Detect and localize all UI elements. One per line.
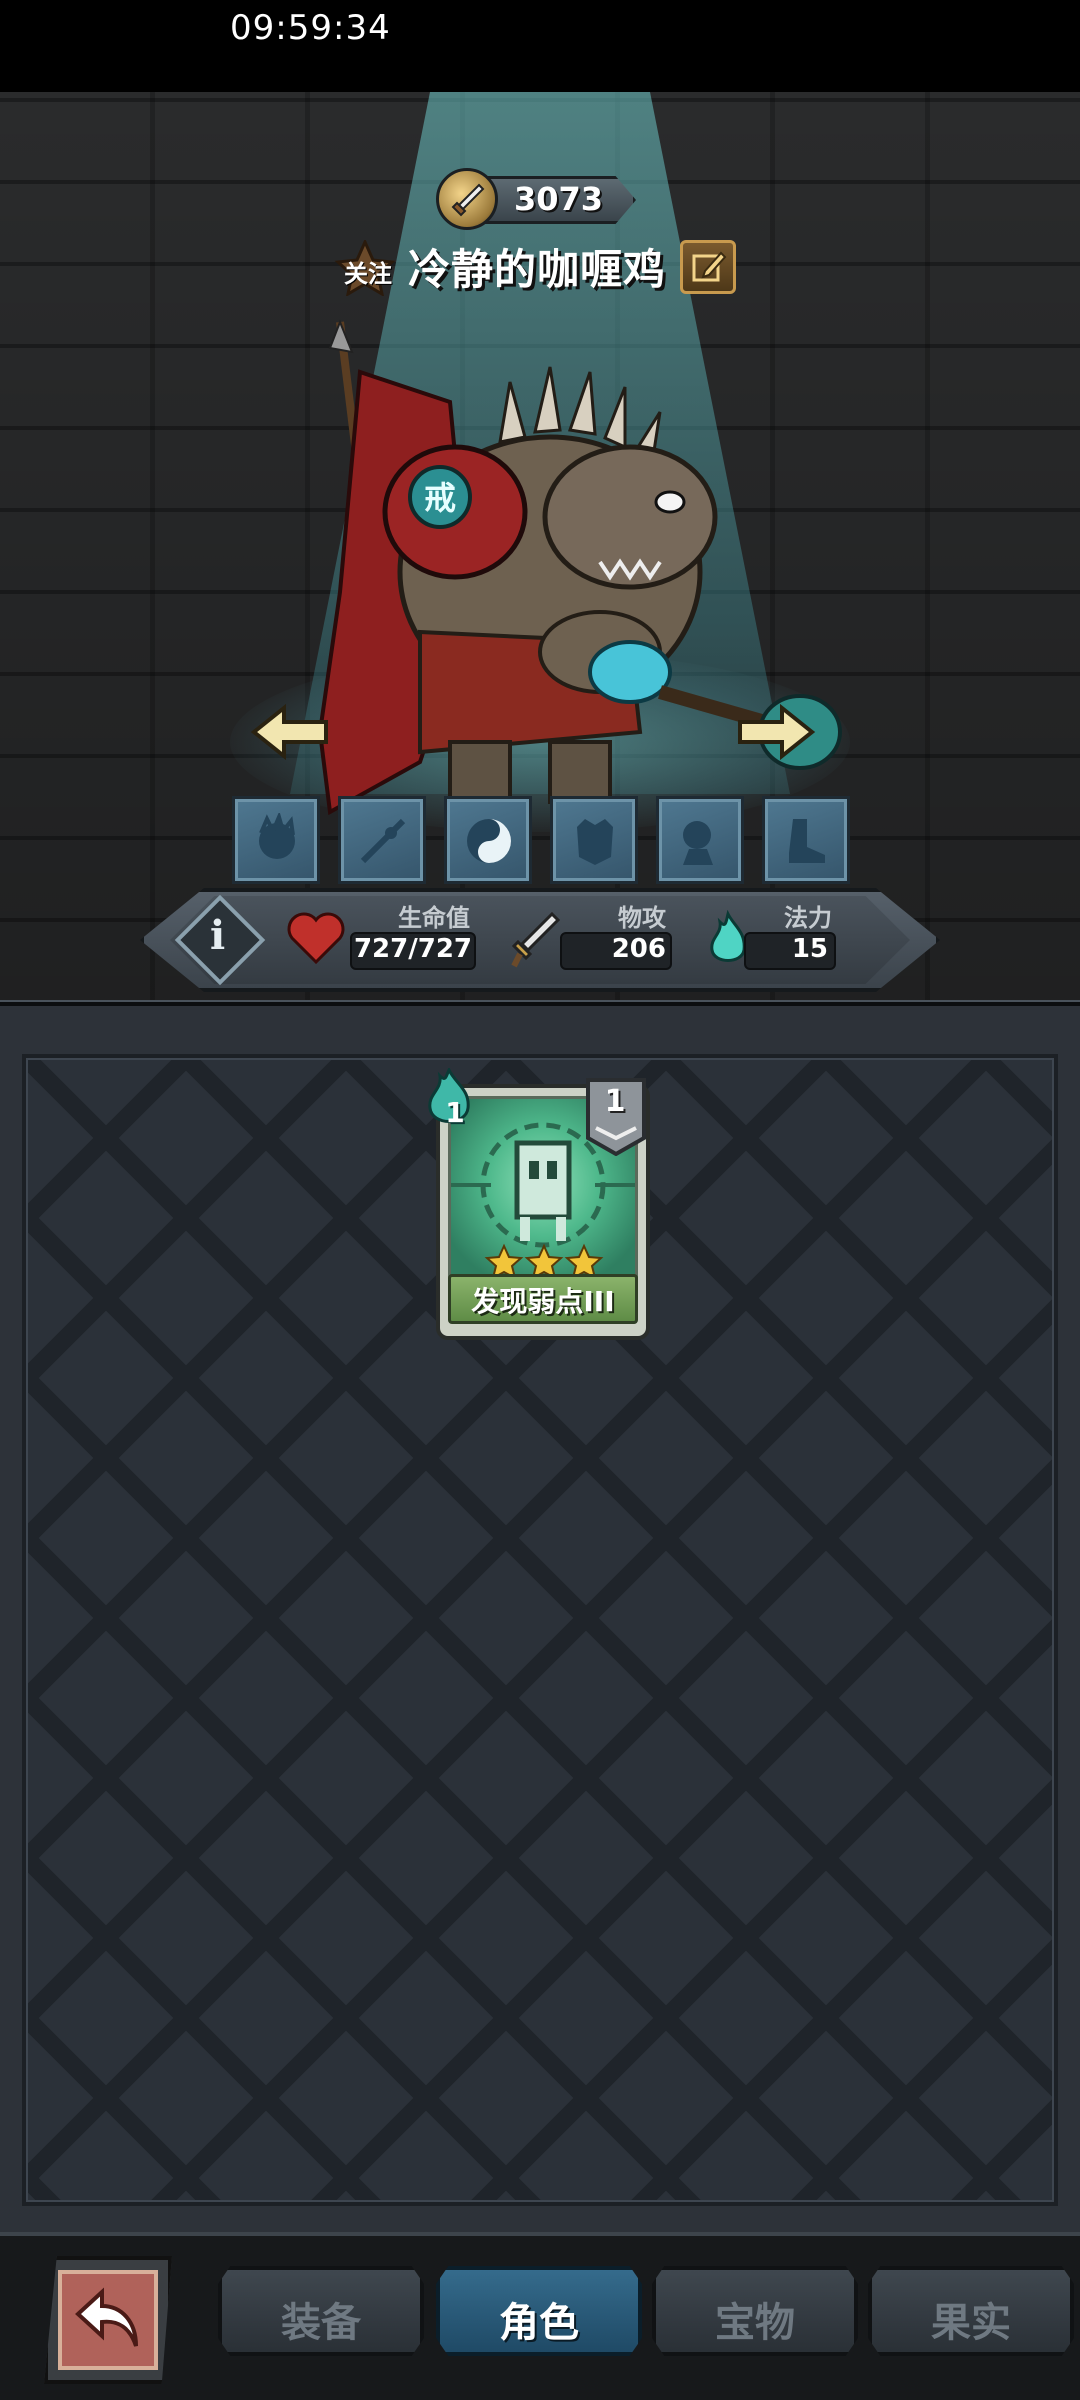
tab-label: 果实 <box>931 2300 1011 2346</box>
power-value: 3073 <box>514 180 604 218</box>
status-time: 09:59:34 <box>230 8 391 48</box>
equipment-slot-pet[interactable] <box>656 796 744 884</box>
card-cost: 1 <box>445 1096 465 1129</box>
previous-hero-arrow[interactable] <box>250 702 330 762</box>
hero-name: 冷静的咖喱鸡 <box>408 245 667 294</box>
edit-icon <box>692 251 727 282</box>
tab-label: 装备 <box>281 2300 361 2346</box>
back-arrow-icon <box>75 2287 138 2347</box>
stat-label-mana: 法力 <box>784 904 832 932</box>
stat-value-hp: 727/727 <box>353 934 472 964</box>
skill-card[interactable]: 发现弱点III 1 1 <box>428 1068 654 1342</box>
boots-slot-icon <box>789 819 825 863</box>
follow-button[interactable]: 关注 <box>334 240 396 296</box>
equipment-slots <box>232 796 852 886</box>
stat-label-hp: 生命值 <box>398 904 470 932</box>
back-button[interactable] <box>44 2256 172 2384</box>
stat-label-attack: 物攻 <box>618 904 666 932</box>
pet-slot-icon <box>683 821 713 865</box>
hero-stage: 3073 关注 冷静的咖喱鸡 戒 i 生命值 727/727 物攻 206 法力… <box>0 92 1080 1000</box>
card-level: 1 <box>604 1084 626 1119</box>
bottom-nav: 装备 角色 宝物 果实 <box>0 2232 1080 2400</box>
svg-text:戒: 戒 <box>424 479 456 517</box>
equipment-slot-weapon[interactable] <box>338 796 426 884</box>
tab-equipment[interactable]: 装备 <box>218 2266 424 2356</box>
equipment-slot-armor[interactable] <box>550 796 638 884</box>
sword-icon <box>511 911 561 968</box>
stat-value-mana: 15 <box>791 934 828 964</box>
stat-value-attack: 206 <box>611 934 666 964</box>
next-hero-arrow[interactable] <box>736 702 816 762</box>
armor-slot-icon <box>577 819 613 865</box>
equipment-slot-head[interactable] <box>232 796 320 884</box>
stats-bar: i 生命值 727/727 物攻 206 法力 15 <box>140 888 940 992</box>
card-name: 发现弱点III <box>471 1285 615 1318</box>
info-icon: i <box>210 912 226 959</box>
heart-icon <box>287 912 345 965</box>
weapon-slot-icon <box>360 818 406 864</box>
yin-yang-slot-icon <box>467 819 511 863</box>
head-slot-icon <box>259 813 295 859</box>
equipment-slot-boots[interactable] <box>762 796 850 884</box>
tab-label: 宝物 <box>715 2300 795 2346</box>
power-badge: 3073 <box>436 168 642 230</box>
back-inner <box>58 2270 158 2370</box>
tab-treasure[interactable]: 宝物 <box>652 2266 858 2356</box>
follow-label: 关注 <box>344 260 392 288</box>
tab-character[interactable]: 角色 <box>436 2266 642 2356</box>
rename-button[interactable] <box>680 240 736 294</box>
tab-fruit[interactable]: 果实 <box>868 2266 1074 2356</box>
equipment-slot-yin-yang[interactable] <box>444 796 532 884</box>
status-bar: 09:59:34 <box>0 0 1080 92</box>
tab-label: 角色 <box>499 2300 579 2346</box>
battle-power-icon <box>436 168 498 230</box>
